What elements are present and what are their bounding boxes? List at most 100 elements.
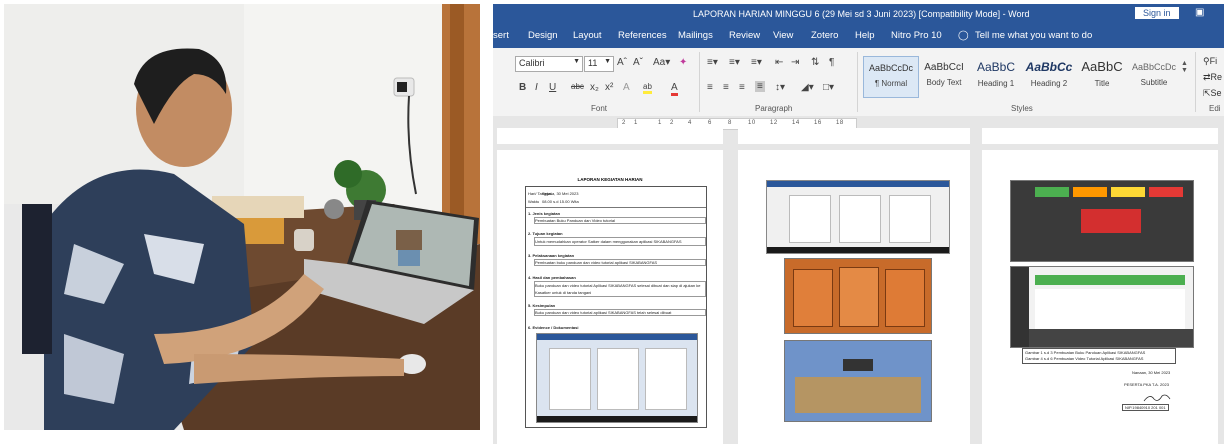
document-page-2[interactable] xyxy=(738,150,970,444)
row-value: 08.00 s.d 15.00 Wita xyxy=(542,199,579,204)
italic-icon[interactable]: I xyxy=(535,82,538,93)
chevron-down-icon: ▼ xyxy=(573,58,580,65)
align-left-icon[interactable]: ≡ xyxy=(707,82,713,93)
find-label: Fi xyxy=(1209,56,1218,66)
style-heading-2[interactable]: AaBbCc Heading 2 xyxy=(1023,56,1075,96)
font-size-select[interactable]: 11 ▼ xyxy=(584,56,614,72)
signature xyxy=(1142,390,1172,402)
tab-zotero[interactable]: Zotero xyxy=(811,30,838,41)
word-window: LAPORAN HARIAN MINGGU 6 (29 Mei sd 3 Jun… xyxy=(493,4,1224,444)
increase-indent-icon[interactable]: ⇥ xyxy=(791,57,799,68)
booklet xyxy=(793,269,833,327)
section-body: Buku panduan dan video tutorial aplikasi… xyxy=(534,309,706,316)
align-right-icon[interactable]: ≡ xyxy=(739,82,745,93)
underline-icon[interactable]: U xyxy=(549,82,556,93)
style-heading-1-name: Heading 1 xyxy=(977,79,1015,88)
font-name-value: Calibri xyxy=(519,58,545,68)
image-booklets xyxy=(784,258,932,334)
document-page-3[interactable]: Gambar 1 s.d 3 Pembuatan Buku Panduan Ap… xyxy=(982,150,1218,444)
caption-1: Gambar 1 s.d 3 Pembuatan Buku Panduan Ap… xyxy=(1025,350,1146,355)
evidence-titlebar xyxy=(537,334,697,340)
align-center-icon[interactable]: ≡ xyxy=(723,82,729,93)
grow-font-icon[interactable]: Aˆ xyxy=(617,57,627,68)
style-body-text[interactable]: AaBbCcI Body Text xyxy=(919,56,969,96)
strikethrough-icon[interactable]: abc xyxy=(571,82,584,91)
tab-insert[interactable]: sert xyxy=(493,30,509,41)
photo-man-at-laptop xyxy=(4,4,480,430)
table-body xyxy=(1035,289,1185,329)
table-sidebar xyxy=(1011,267,1029,347)
ruler-mark: 1 xyxy=(658,120,662,126)
image-app-table xyxy=(1010,266,1194,348)
style-title-preview: AaBbC xyxy=(1081,59,1123,74)
section-body: Untuk memudahkan operator Satker dalam m… xyxy=(534,237,706,246)
style-title[interactable]: AaBbC Title xyxy=(1077,56,1127,96)
paragraph-group-label: Paragraph xyxy=(755,104,793,113)
find-button[interactable]: ⚲Fi xyxy=(1203,56,1217,67)
style-normal[interactable]: AaBbCcDc ¶ Normal xyxy=(863,56,919,98)
popup xyxy=(1081,209,1141,233)
window-title: LAPORAN HARIAN MINGGU 6 (29 Mei sd 3 Jun… xyxy=(693,9,1030,19)
ribbon-display-icon[interactable]: ▣ xyxy=(1195,7,1204,18)
subscript-icon[interactable]: x₂ xyxy=(590,82,599,93)
superscript-icon[interactable]: x² xyxy=(605,82,613,93)
report-table: Hari/ Tanggal Selasa, 30 Mei 2023 Waktu … xyxy=(525,186,707,428)
place-date: Nanaan, 30 Mei 2023 xyxy=(1132,370,1171,375)
tab-nitro[interactable]: Nitro Pro 10 xyxy=(891,30,942,41)
document-page-1[interactable]: LAPORAN KEGIATAN HARIAN Hari/ Tanggal Se… xyxy=(497,150,723,444)
tab-layout[interactable]: Layout xyxy=(573,30,602,41)
sign-in-button[interactable]: Sign in xyxy=(1135,7,1179,19)
font-color-icon[interactable]: A xyxy=(671,82,678,96)
section-head: 5. Kesimpulan xyxy=(528,303,556,308)
thumb-panel xyxy=(789,195,831,243)
style-title-name: Title xyxy=(1094,79,1110,88)
tile-yellow xyxy=(1111,187,1145,197)
tab-view[interactable]: View xyxy=(773,30,793,41)
style-heading-2-name: Heading 2 xyxy=(1030,79,1068,88)
clear-format-icon[interactable]: ✦ xyxy=(679,57,687,68)
text-effects-icon[interactable]: A xyxy=(623,82,630,93)
sort-icon[interactable]: ⇅ xyxy=(811,57,819,68)
shading-icon[interactable]: ◢▾ xyxy=(801,82,814,93)
evidence-taskbar xyxy=(537,416,697,422)
bullets-icon[interactable]: ≡▾ xyxy=(707,57,718,68)
select-button[interactable]: ⇱Se xyxy=(1203,88,1222,99)
ruler-mark: 16 xyxy=(814,120,822,126)
style-heading-1[interactable]: AaBbC Heading 1 xyxy=(971,56,1021,96)
ruler-mark: 6 xyxy=(708,120,712,126)
image-screenshot-thumb xyxy=(766,180,950,254)
signer-nip: NIP.19840910 201 001 xyxy=(1122,404,1169,411)
replace-button[interactable]: ⇄Re xyxy=(1203,72,1222,83)
show-marks-icon[interactable]: ¶ xyxy=(829,57,834,68)
page-strip-2 xyxy=(738,128,970,144)
group-divider xyxy=(857,52,858,112)
numbering-icon[interactable]: ≡▾ xyxy=(729,57,740,68)
signature-scribble xyxy=(1143,394,1171,402)
change-case-icon[interactable]: Aa▾ xyxy=(653,57,670,68)
font-name-select[interactable]: Calibri ▼ xyxy=(515,56,583,72)
ribbon: Calibri ▼ 11 ▼ Aˆ Aˇ Aa▾ ✦ B I U abc x₂ … xyxy=(493,48,1224,117)
style-subtitle[interactable]: AaBbCcDc Subtitle xyxy=(1129,56,1179,96)
tab-review[interactable]: Review xyxy=(729,30,760,41)
tab-help[interactable]: Help xyxy=(855,30,875,41)
ruler-mark: 10 xyxy=(748,120,756,126)
line-spacing-icon[interactable]: ↕▾ xyxy=(775,82,785,93)
shrink-font-icon[interactable]: Aˇ xyxy=(633,57,643,68)
styles-scroll-icon[interactable]: ▲ ▼ xyxy=(1181,60,1188,74)
replace-label: Re xyxy=(1210,72,1223,82)
styles-gallery: AaBbCcDc ¶ Normal AaBbCcI Body Text AaBb… xyxy=(863,50,1183,98)
tab-design[interactable]: Design xyxy=(528,30,558,41)
highlight-icon[interactable]: ab xyxy=(643,82,652,94)
decrease-indent-icon[interactable]: ⇤ xyxy=(775,57,783,68)
ruler-mark: 18 xyxy=(836,120,844,126)
tab-references[interactable]: References xyxy=(618,30,667,41)
table-footer xyxy=(1029,329,1193,347)
ruler-mark: 8 xyxy=(728,120,732,126)
signer-title: PESERTA PKA T.A. 2023 xyxy=(1124,382,1169,387)
tab-mailings[interactable]: Mailings xyxy=(678,30,713,41)
borders-icon[interactable]: □▾ xyxy=(823,82,834,93)
multilevel-list-icon[interactable]: ≡▾ xyxy=(751,57,762,68)
justify-icon[interactable]: ≡ xyxy=(755,81,765,92)
bold-icon[interactable]: B xyxy=(519,82,526,93)
tell-me-input[interactable]: Tell me what you want to do xyxy=(975,30,1092,41)
